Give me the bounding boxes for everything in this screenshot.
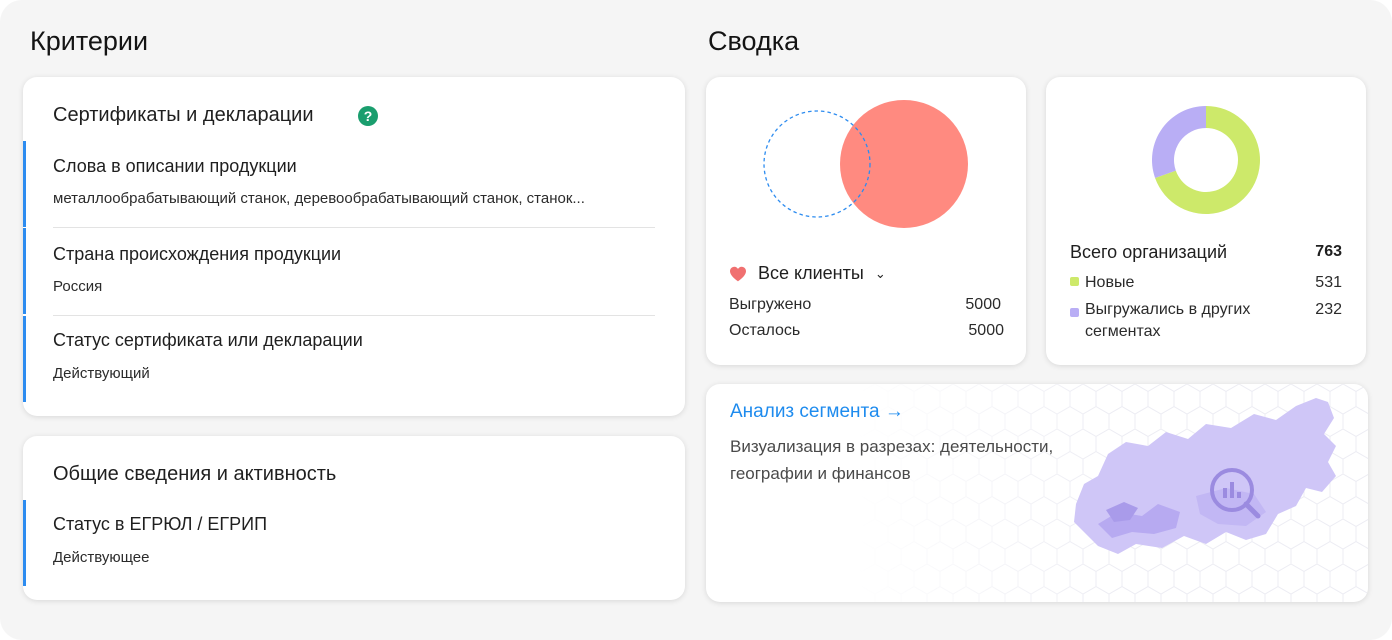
criteria-item-product-words[interactable]: Слова в описании продукции металлообраба…: [23, 141, 685, 227]
clients-row-value: 5000: [965, 296, 1001, 313]
legend-swatch: [1070, 277, 1079, 287]
chevron-down-icon: ⌄: [874, 266, 886, 281]
clients-filled-circle: [840, 100, 968, 228]
clients-venn-diagram: [763, 100, 968, 228]
criteria-item-value: Действующий: [53, 365, 150, 382]
legend-label: Выгружались в других сегментах: [1085, 301, 1251, 340]
organizations-card: Всего организаций 763 Новые 531 Выгружал…: [1046, 77, 1366, 365]
criteria-card-general: Общие сведения и активность Статус в ЕГР…: [23, 436, 685, 600]
criteria-item-value: металлообрабатывающий станок, деревообра…: [53, 190, 585, 207]
criteria-item-label: Слова в описании продукции: [53, 156, 297, 176]
legend-label: Новые: [1085, 274, 1135, 291]
organizations-total-value: 763: [1315, 243, 1342, 260]
criteria-item-origin-country[interactable]: Страна происхождения продукции Россия: [23, 228, 685, 314]
criteria-item-marker: [23, 228, 26, 314]
segment-analysis-card[interactable]: Анализ сегмента → Визуализация в разреза…: [706, 384, 1368, 602]
question-circle-icon[interactable]: ?: [358, 106, 378, 126]
organizations-total-label: Всего организаций: [1070, 242, 1228, 262]
clients-row-label: Осталось: [729, 322, 801, 339]
donut-segment: [1152, 106, 1206, 178]
criteria-item-label: Страна происхождения продукции: [53, 244, 342, 264]
criteria-item-marker: [23, 316, 26, 402]
clients-row-value: 5000: [968, 322, 1004, 339]
criteria-item-marker: [23, 141, 26, 227]
legend-item-new: Новые: [1070, 274, 1134, 292]
legend-value: 531: [1315, 274, 1342, 291]
criteria-item-value: Действующее: [53, 549, 150, 566]
organizations-donut-chart: [1152, 106, 1260, 214]
clients-row-label: Выгружено: [729, 296, 812, 313]
card-heading: Общие сведения и активность: [53, 463, 337, 485]
heart-icon: [730, 266, 746, 282]
clients-dropdown[interactable]: Все клиенты ⌄: [758, 263, 886, 284]
clients-dropdown-label: Все клиенты: [758, 263, 864, 283]
legend-item-other-segments: Выгружались в других сегментах: [1070, 301, 1270, 345]
criteria-item-certificate-status[interactable]: Статус сертификата или декларации Действ…: [23, 316, 685, 402]
criteria-item-egrul-status[interactable]: Статус в ЕГРЮЛ / ЕГРИП Действующее: [23, 500, 685, 586]
criteria-card-certificates: Сертификаты и декларации ? Слова в описа…: [23, 77, 685, 416]
segment-analysis-link[interactable]: Анализ сегмента →: [730, 401, 904, 423]
card-heading: Сертификаты и декларации: [53, 104, 314, 126]
criteria-item-marker: [23, 500, 26, 586]
legend-value: 232: [1315, 301, 1342, 318]
criteria-item-value: Россия: [53, 278, 103, 295]
summary-title: Сводка: [708, 26, 800, 56]
criteria-title: Критерии: [30, 26, 149, 56]
segment-analysis-description: Визуализация в разрезах: деятельности, г…: [730, 437, 1054, 483]
criteria-item-label: Статус сертификата или декларации: [53, 330, 363, 350]
clients-card: Все клиенты ⌄ Выгружено 5000 Осталось 50…: [706, 77, 1026, 365]
page-frame: Критерии Сертификаты и декларации ? Слов…: [0, 0, 1392, 640]
criteria-item-label: Статус в ЕГРЮЛ / ЕГРИП: [53, 514, 268, 534]
